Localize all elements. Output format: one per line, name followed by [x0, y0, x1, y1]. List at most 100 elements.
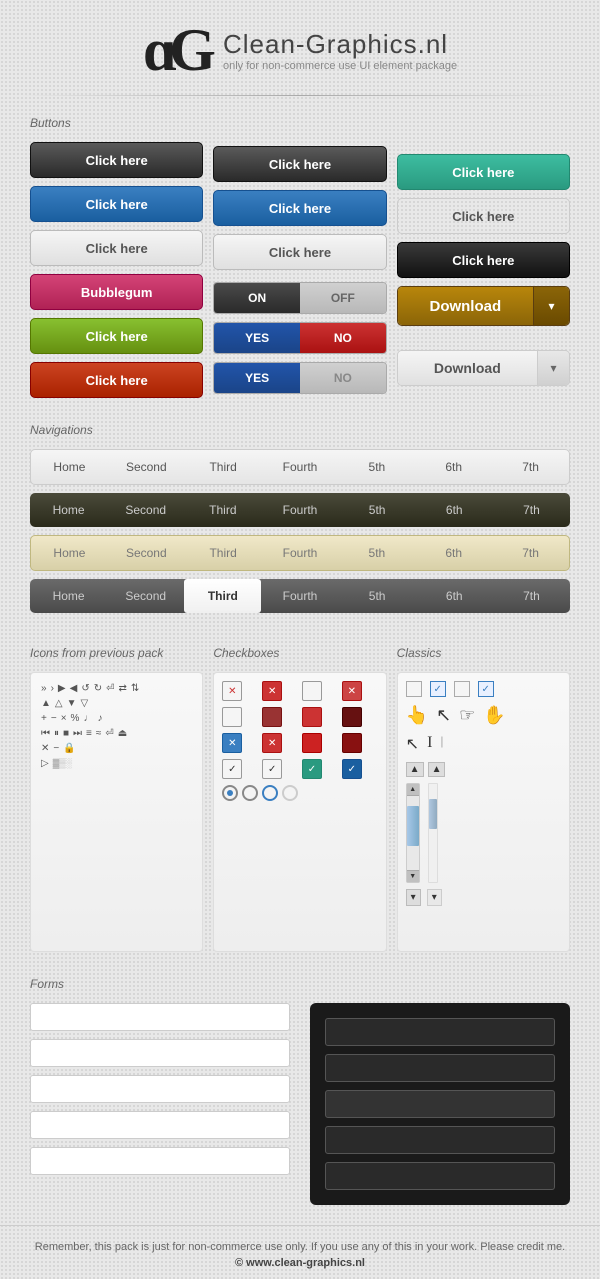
nav-6th-1[interactable]: 6th — [415, 450, 492, 484]
nav-second-3[interactable]: Second — [108, 536, 185, 570]
nav-fourth-1[interactable]: Fourth — [262, 450, 339, 484]
download-button-dark[interactable]: Download ▾ — [397, 286, 570, 326]
form-input-dark-2[interactable] — [325, 1054, 555, 1082]
nav-6th-2[interactable]: 6th — [416, 493, 493, 527]
nav-third-4-active[interactable]: Third — [184, 579, 261, 613]
dropdown-arrow-icon[interactable]: ▾ — [406, 889, 421, 906]
nav-fourth-2[interactable]: Fourth — [261, 493, 338, 527]
radio-3[interactable] — [262, 785, 278, 801]
cb-check-teal[interactable]: ✓ — [302, 759, 322, 779]
hand-cursor-icon[interactable]: 👆 — [406, 705, 428, 726]
bubblegum-button[interactable]: Bubblegum — [30, 274, 203, 310]
on-off-toggle[interactable]: ON OFF — [213, 282, 386, 314]
nav-7th-3[interactable]: 7th — [492, 536, 569, 570]
toggle-no-1[interactable]: NO — [300, 323, 386, 353]
toggle-yes-1[interactable]: YES — [214, 323, 300, 353]
scroll-up-icon[interactable]: ▲ — [406, 762, 424, 777]
form-input-dark-1[interactable] — [325, 1018, 555, 1046]
form-input-dark-3[interactable] — [325, 1090, 555, 1118]
cb-check-1[interactable]: ✓ — [222, 759, 242, 779]
radio-2[interactable] — [242, 785, 258, 801]
nav-5th-2[interactable]: 5th — [339, 493, 416, 527]
nav-fourth-3[interactable]: Fourth — [262, 536, 339, 570]
nav-home-2[interactable]: Home — [30, 493, 107, 527]
classic-cb-4[interactable]: ✓ — [478, 681, 494, 697]
dropdown-arrow-light-icon[interactable]: ▾ — [427, 889, 442, 906]
form-input-4[interactable] — [30, 1111, 290, 1139]
nav-home-4[interactable]: Home — [30, 579, 107, 613]
nav-5th-4[interactable]: 5th — [339, 579, 416, 613]
cb-red-1[interactable] — [302, 707, 322, 727]
scroll-up-btn[interactable]: ▲ — [407, 784, 419, 796]
click-here-red[interactable]: Click here — [30, 362, 203, 398]
pointer-icon[interactable]: ☞ — [459, 705, 475, 726]
download-main-light[interactable]: Download — [398, 351, 537, 385]
yes-no-toggle-1[interactable]: YES NO — [213, 322, 386, 354]
cb-blue-x[interactable]: ✕ — [222, 733, 242, 753]
click-here-outline[interactable]: Click here — [397, 198, 570, 234]
toggle-off[interactable]: OFF — [300, 283, 386, 313]
cb-empty-1[interactable] — [302, 681, 322, 701]
toggle-yes-2[interactable]: YES — [214, 363, 300, 393]
nav-second-2[interactable]: Second — [107, 493, 184, 527]
cb-empty-3[interactable] — [262, 707, 282, 727]
form-input-dark-5[interactable] — [325, 1162, 555, 1190]
click-here-dark-2[interactable]: Click here — [213, 146, 386, 182]
cb-x-3[interactable]: ✕ — [342, 681, 362, 701]
vertical-scrollbar[interactable]: ▲ ▼ — [406, 783, 420, 883]
nav-second-1[interactable]: Second — [108, 450, 185, 484]
click-here-blue-1[interactable]: Click here — [30, 186, 203, 222]
click-here-dark-1[interactable]: Click here — [30, 142, 203, 178]
click-here-light-1[interactable]: Click here — [30, 230, 203, 266]
cb-check-2[interactable]: ✓ — [262, 759, 282, 779]
cb-red-x[interactable]: ✕ — [262, 733, 282, 753]
nav-7th-2[interactable]: 7th — [493, 493, 570, 527]
vertical-scrollbar-thin[interactable] — [428, 783, 438, 883]
form-input-5[interactable] — [30, 1147, 290, 1175]
nav-second-4[interactable]: Second — [107, 579, 184, 613]
click-here-black[interactable]: Click here — [397, 242, 570, 278]
cb-dark-sq[interactable] — [342, 733, 362, 753]
classic-cb-2[interactable]: ✓ — [430, 681, 446, 697]
nav-6th-4[interactable]: 6th — [416, 579, 493, 613]
toggle-on[interactable]: ON — [214, 283, 300, 313]
form-input-1[interactable] — [30, 1003, 290, 1031]
click-here-blue-2[interactable]: Click here — [213, 190, 386, 226]
radio-4[interactable] — [282, 785, 298, 801]
nav-home-1[interactable]: Home — [31, 450, 108, 484]
form-input-dark-4[interactable] — [325, 1126, 555, 1154]
form-input-2[interactable] — [30, 1039, 290, 1067]
yes-no-toggle-2[interactable]: YES NO — [213, 362, 386, 394]
scroll-down-btn[interactable]: ▼ — [407, 870, 419, 882]
nav-7th-4[interactable]: 7th — [493, 579, 570, 613]
nav-6th-3[interactable]: 6th — [415, 536, 492, 570]
cb-x-2[interactable]: ✕ — [262, 681, 282, 701]
radio-1[interactable] — [222, 785, 238, 801]
download-button-light[interactable]: Download ▾ — [397, 350, 570, 386]
download-arrow-dark[interactable]: ▾ — [533, 287, 569, 325]
nav-7th-1[interactable]: 7th — [492, 450, 569, 484]
cb-red-sq[interactable] — [302, 733, 322, 753]
classic-cb-3[interactable] — [454, 681, 470, 697]
nav-fourth-4[interactable]: Fourth — [261, 579, 338, 613]
scroll-down-icon[interactable]: ▲ — [428, 762, 446, 777]
hand-open-icon[interactable]: ✋ — [483, 705, 505, 726]
form-input-3[interactable] — [30, 1075, 290, 1103]
nav-5th-3[interactable]: 5th — [338, 536, 415, 570]
click-here-teal[interactable]: Click here — [397, 154, 570, 190]
cb-check-blue[interactable]: ✓ — [342, 759, 362, 779]
nav-third-2[interactable]: Third — [184, 493, 261, 527]
cb-x-1[interactable]: ✕ — [222, 681, 242, 701]
nav-third-3[interactable]: Third — [185, 536, 262, 570]
download-arrow-light[interactable]: ▾ — [537, 351, 569, 385]
nav-5th-1[interactable]: 5th — [338, 450, 415, 484]
nav-third-1[interactable]: Third — [185, 450, 262, 484]
scroll-thumb[interactable] — [407, 806, 419, 846]
click-here-green[interactable]: Click here — [30, 318, 203, 354]
toggle-no-2[interactable]: NO — [300, 363, 386, 393]
click-here-light-2[interactable]: Click here — [213, 234, 386, 270]
cb-empty-2[interactable] — [222, 707, 242, 727]
classic-cb-1[interactable] — [406, 681, 422, 697]
scroll-thumb-thin[interactable] — [429, 799, 437, 829]
nav-home-3[interactable]: Home — [31, 536, 108, 570]
